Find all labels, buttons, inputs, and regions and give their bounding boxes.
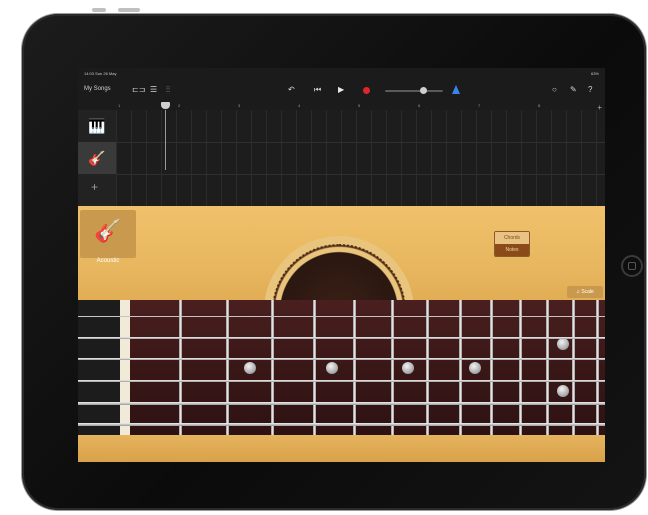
metronome-icon[interactable] <box>452 85 460 94</box>
home-button[interactable] <box>621 255 643 277</box>
fret-marker <box>469 362 481 374</box>
fret <box>226 300 229 435</box>
app-screen: 14:03 Sun 26 May 63% My Songs ⊏⊐ ☰ ⫶⫶ ↶ … <box>78 68 605 462</box>
battery-status: 63% <box>590 71 599 76</box>
fret <box>353 300 356 435</box>
guitar-string[interactable] <box>78 358 605 360</box>
guitar-nut <box>120 300 130 435</box>
chords-option[interactable]: Chords <box>495 232 529 244</box>
status-time: 14:03 Sun 26 May <box>84 71 117 76</box>
fret <box>546 300 549 435</box>
ruler-bar-label: 5 <box>358 103 361 108</box>
fret <box>271 300 274 435</box>
guitar-icon: 🎸 <box>88 150 106 166</box>
add-track-area[interactable]: + <box>78 174 116 207</box>
fret <box>391 300 394 435</box>
fret-marker <box>244 362 256 374</box>
ruler-bar-label: 6 <box>418 103 421 108</box>
play-icon[interactable]: ▶ <box>338 85 344 95</box>
fret <box>179 300 182 435</box>
add-track-icon[interactable]: + <box>91 180 98 194</box>
ruler-bar-label: 1 <box>118 103 121 108</box>
track-divider <box>116 142 605 143</box>
fret <box>519 300 522 435</box>
track-header-guitar[interactable]: 🎸 <box>78 142 116 175</box>
guitar-string[interactable] <box>78 380 605 382</box>
acoustic-guitar-icon: 🎸 <box>94 218 122 243</box>
fret <box>596 300 599 435</box>
track-grid[interactable] <box>116 110 605 206</box>
tracks-view-icon[interactable]: ☰ <box>150 85 157 95</box>
undo-icon[interactable]: ↶ <box>288 85 295 95</box>
fret-marker <box>402 362 414 374</box>
track-header-piano[interactable]: 🎹 <box>78 110 116 143</box>
guitar-body: 🎸 Acoustic Chords Notes ♫ Scale <box>78 206 605 386</box>
fret <box>313 300 316 435</box>
piano-icon: 🎹 <box>88 118 106 134</box>
guitar-string[interactable] <box>78 337 605 339</box>
track-divider <box>116 174 605 175</box>
rewind-icon[interactable]: ⏮ <box>314 85 321 95</box>
playhead-handle[interactable] <box>161 102 170 109</box>
scale-label: Scale <box>581 289 594 295</box>
fret <box>459 300 462 435</box>
scale-button[interactable]: ♫ Scale <box>567 286 603 298</box>
playhead-line <box>165 110 166 170</box>
ruler-bar-label: 3 <box>238 103 241 108</box>
guitar-string[interactable] <box>78 402 605 405</box>
record-button[interactable] <box>363 87 370 94</box>
browser-icon[interactable]: ⊏⊐ <box>132 85 145 95</box>
volume-slider-knob[interactable] <box>420 87 427 94</box>
ruler-bar-label: 2 <box>178 103 181 108</box>
top-button <box>92 8 106 12</box>
ruler-bar-label: 7 <box>478 103 481 108</box>
fret <box>426 300 429 435</box>
fret-marker <box>557 338 569 350</box>
instrument-selector[interactable]: 🎸 <box>80 210 136 258</box>
volume-button <box>118 8 140 12</box>
status-bar: 14:03 Sun 26 May 63% <box>78 68 605 80</box>
help-icon[interactable]: ? <box>588 85 592 95</box>
fret-marker <box>326 362 338 374</box>
headstock-area <box>78 300 120 435</box>
tracks-area: 🎹 🎸 + <box>78 110 605 207</box>
mixer-icon[interactable]: ⫶⫶ <box>166 85 170 95</box>
notes-option[interactable]: Notes <box>495 244 529 256</box>
fretboard[interactable] <box>78 300 605 435</box>
control-bar: My Songs ⊏⊐ ☰ ⫶⫶ ↶ ⏮ ▶ ○ ✎ ? <box>78 80 605 102</box>
volume-slider[interactable] <box>385 90 443 92</box>
guitar-string[interactable] <box>78 316 605 317</box>
settings-wrench-icon[interactable]: ✎ <box>570 85 577 95</box>
my-songs-button[interactable]: My Songs <box>84 86 111 92</box>
ruler-bar-label: 8 <box>538 103 541 108</box>
chords-notes-toggle[interactable]: Chords Notes <box>494 231 530 257</box>
fret <box>572 300 575 435</box>
fret-marker <box>557 385 569 397</box>
guitar-body-lower <box>78 435 605 462</box>
guitar-string[interactable] <box>78 423 605 426</box>
ruler-bar-label: 4 <box>298 103 301 108</box>
instrument-name: Acoustic <box>96 258 120 264</box>
loop-icon[interactable]: ○ <box>552 85 557 95</box>
fret <box>490 300 493 435</box>
